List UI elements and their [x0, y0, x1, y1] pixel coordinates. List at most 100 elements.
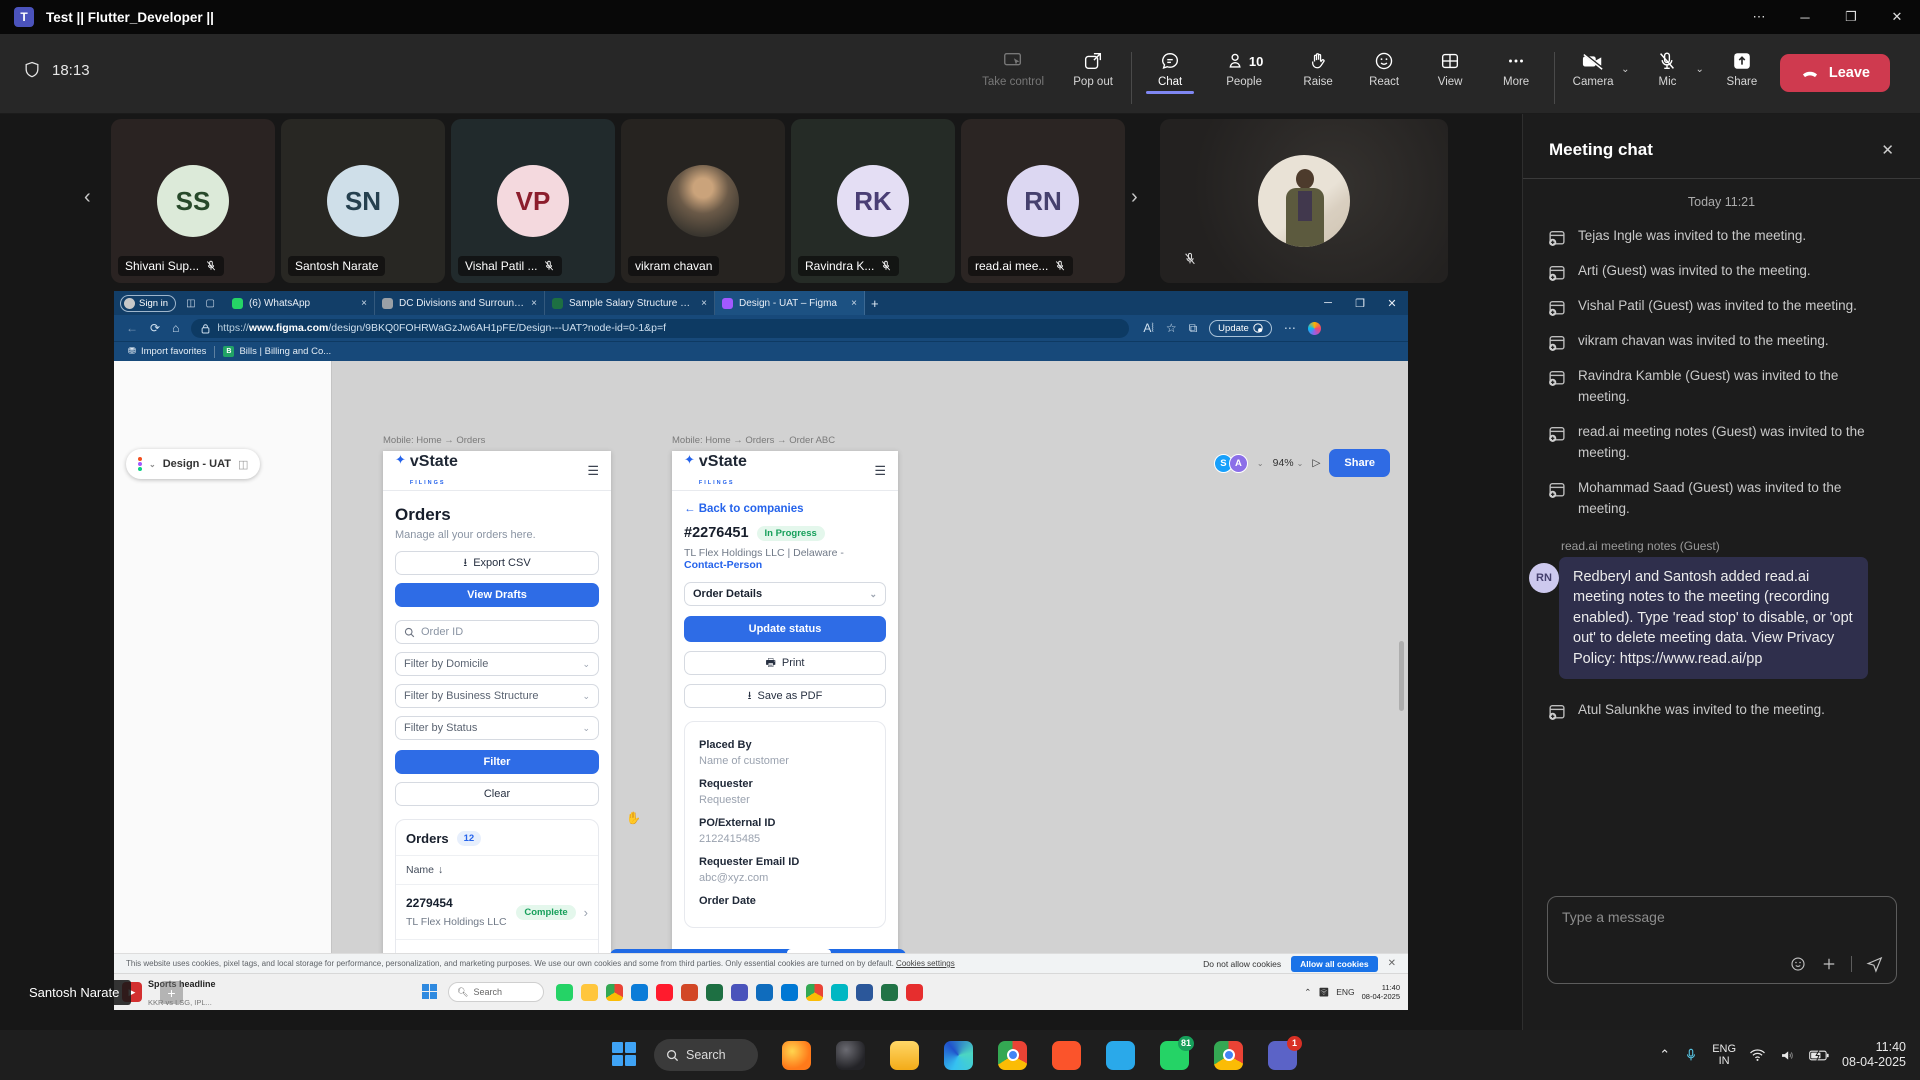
participant-tile[interactable]: VP Vishal Patil ... — [451, 119, 615, 283]
clear-button[interactable]: Clear — [395, 782, 599, 806]
save-pdf-button[interactable]: ⭳Save as PDF — [684, 684, 886, 708]
view-drafts-button[interactable]: View Drafts — [395, 583, 599, 607]
workspaces-icon[interactable]: ◫ — [186, 298, 195, 309]
bookmark-item[interactable]: BBills | Billing and Co... — [223, 346, 331, 357]
frame1-label[interactable]: Mobile: Home → Orders — [383, 435, 485, 446]
app-icon[interactable]: 81 — [1160, 1041, 1189, 1070]
app-icon[interactable] — [831, 984, 848, 1001]
language-indicator[interactable]: ENGIN — [1712, 1043, 1736, 1067]
camera-chevron-icon[interactable]: ⌄ — [1621, 64, 1629, 75]
leave-button[interactable]: Leave — [1780, 54, 1890, 92]
participant-tile[interactable]: RK Ravindra K... — [791, 119, 955, 283]
chat-button[interactable]: Chat — [1142, 42, 1198, 88]
cookie-settings-link[interactable]: Cookies settings — [896, 959, 955, 968]
order-row[interactable]: 2279454TL Flex Holdings LLC Complete › — [396, 884, 598, 939]
canvas-scrollbar[interactable] — [1399, 641, 1404, 711]
close-icon[interactable]: ✕ — [1874, 0, 1920, 34]
start-icon[interactable] — [422, 984, 438, 1000]
view-button[interactable]: View — [1422, 42, 1478, 88]
start-button[interactable] — [612, 1042, 638, 1068]
read-aloud-icon[interactable]: A⦚ — [1143, 321, 1154, 336]
figma-share-button[interactable]: Share — [1329, 449, 1390, 477]
participant-tile[interactable]: vikram chavan — [621, 119, 785, 283]
app-icon[interactable] — [656, 984, 673, 1001]
contact-person-link[interactable]: Contact-Person — [684, 559, 762, 571]
app-icon[interactable] — [631, 984, 648, 1001]
app-icon[interactable] — [706, 984, 723, 1001]
more-button[interactable]: More — [1488, 42, 1544, 88]
filmstrip-prev-icon[interactable]: ‹ — [84, 186, 91, 209]
app-icon[interactable] — [836, 1041, 865, 1070]
present-icon[interactable]: ▷ — [1312, 457, 1320, 469]
tray-chevron-icon[interactable]: ⌃ — [1304, 987, 1311, 998]
tab-close-icon[interactable]: × — [851, 298, 857, 309]
refresh-icon[interactable]: ⟳ — [150, 321, 160, 335]
tab-close-icon[interactable]: × — [361, 298, 367, 309]
app-icon[interactable] — [581, 984, 598, 1001]
new-tab-icon[interactable]: + — [871, 296, 879, 311]
browser-tab[interactable]: (6) WhatsApp × — [225, 291, 375, 315]
send-icon[interactable] — [1865, 954, 1884, 973]
shared-search-input[interactable]: 🔍︎Search — [448, 982, 544, 1002]
browser-close-icon[interactable]: ✕ — [1376, 291, 1408, 315]
app-icon[interactable] — [1052, 1041, 1081, 1070]
back-link[interactable]: ← Back to companies — [684, 503, 886, 515]
browser-minimize-icon[interactable]: ─ — [1312, 291, 1344, 315]
allow-cookies-button[interactable]: Allow all cookies — [1291, 956, 1378, 972]
deny-cookies-button[interactable]: Do not allow cookies — [1203, 959, 1281, 969]
order-id-search-input[interactable]: Order ID — [395, 620, 599, 644]
frame2-order-detail[interactable]: ✦ vStateFILINGS ☰ ← Back to companies #2… — [672, 451, 898, 953]
mic-button[interactable]: Mic — [1639, 42, 1695, 88]
browser-maximize-icon[interactable]: ❐ — [1344, 291, 1376, 315]
chat-close-icon[interactable]: ✕ — [1881, 141, 1894, 159]
filter-select[interactable]: Filter by Domicile⌄ — [395, 652, 599, 676]
chat-message-input[interactable]: Type a message — [1547, 896, 1897, 984]
app-icon[interactable] — [681, 984, 698, 1001]
chevron-down-icon[interactable]: ⌄ — [149, 460, 156, 469]
app-icon[interactable] — [890, 1041, 919, 1070]
volume-icon[interactable] — [1779, 1048, 1796, 1063]
app-icon[interactable] — [731, 984, 748, 1001]
url-field[interactable]: https://www.figma.com/design/9BKQ0FOHRWa… — [191, 319, 1129, 338]
filter-select[interactable]: Filter by Status⌄ — [395, 716, 599, 740]
copilot-icon[interactable] — [1308, 322, 1321, 335]
spotlight-tile[interactable] — [1160, 119, 1448, 283]
app-icon[interactable] — [782, 1041, 811, 1070]
sidebar-toggle-icon[interactable]: ◫ — [238, 458, 248, 471]
app-icon[interactable] — [1214, 1041, 1243, 1070]
participant-tile[interactable]: SS Shivani Sup... — [111, 119, 275, 283]
order-row[interactable]: 2279451TL Flex Holdings LLC Complete › — [396, 939, 598, 953]
frame2-label[interactable]: Mobile: Home → Orders → Order ABC — [672, 435, 835, 446]
zoom-control[interactable]: 94%⌄ — [1273, 457, 1304, 469]
add-overlay-icon[interactable]: + — [160, 981, 183, 1004]
print-button[interactable]: 🖶Print — [684, 651, 886, 675]
browser-tab[interactable]: Design - UAT – Figma × — [715, 291, 865, 315]
app-icon[interactable] — [756, 984, 773, 1001]
participant-tile[interactable]: RN read.ai mee... — [961, 119, 1125, 283]
import-favorites-button[interactable]: ⛃Import favorites — [128, 346, 206, 357]
sort-desc-icon[interactable]: ↓ — [438, 864, 443, 876]
people-button[interactable]: 10 People — [1208, 42, 1280, 88]
share-button[interactable]: Share — [1714, 42, 1770, 88]
favorites-star-icon[interactable]: ☆ — [1166, 321, 1177, 335]
wifi-icon[interactable] — [1749, 1048, 1766, 1062]
titlebar-more-icon[interactable]: ⋯ — [1736, 0, 1782, 34]
tab-close-icon[interactable]: × — [531, 298, 537, 309]
clock[interactable]: 11:4008-04-2025 — [1842, 1040, 1906, 1070]
browser-tab[interactable]: Sample Salary Structure with calc × — [545, 291, 715, 315]
update-status-button[interactable]: Update status — [684, 616, 886, 642]
attach-plus-icon[interactable] — [1820, 955, 1838, 973]
app-icon[interactable]: 1 — [1268, 1041, 1297, 1070]
filter-button[interactable]: Filter — [395, 750, 599, 774]
browser-tab[interactable]: DC Divisions and Surroundings × — [375, 291, 545, 315]
app-icon[interactable] — [1106, 1041, 1135, 1070]
hamburger-icon[interactable]: ☰ — [587, 463, 599, 479]
home-icon[interactable]: ⌂ — [172, 321, 179, 335]
emoji-icon[interactable] — [1789, 955, 1807, 973]
order-details-select[interactable]: Order Details⌄ — [684, 582, 886, 606]
tray-chevron-icon[interactable]: ⌃ — [1659, 1047, 1670, 1063]
taskbar-search[interactable]: Search — [654, 1039, 758, 1071]
battery-icon[interactable] — [1809, 1049, 1829, 1062]
collaborator-avatar[interactable]: A — [1229, 454, 1248, 473]
app-icon[interactable] — [556, 984, 573, 1001]
